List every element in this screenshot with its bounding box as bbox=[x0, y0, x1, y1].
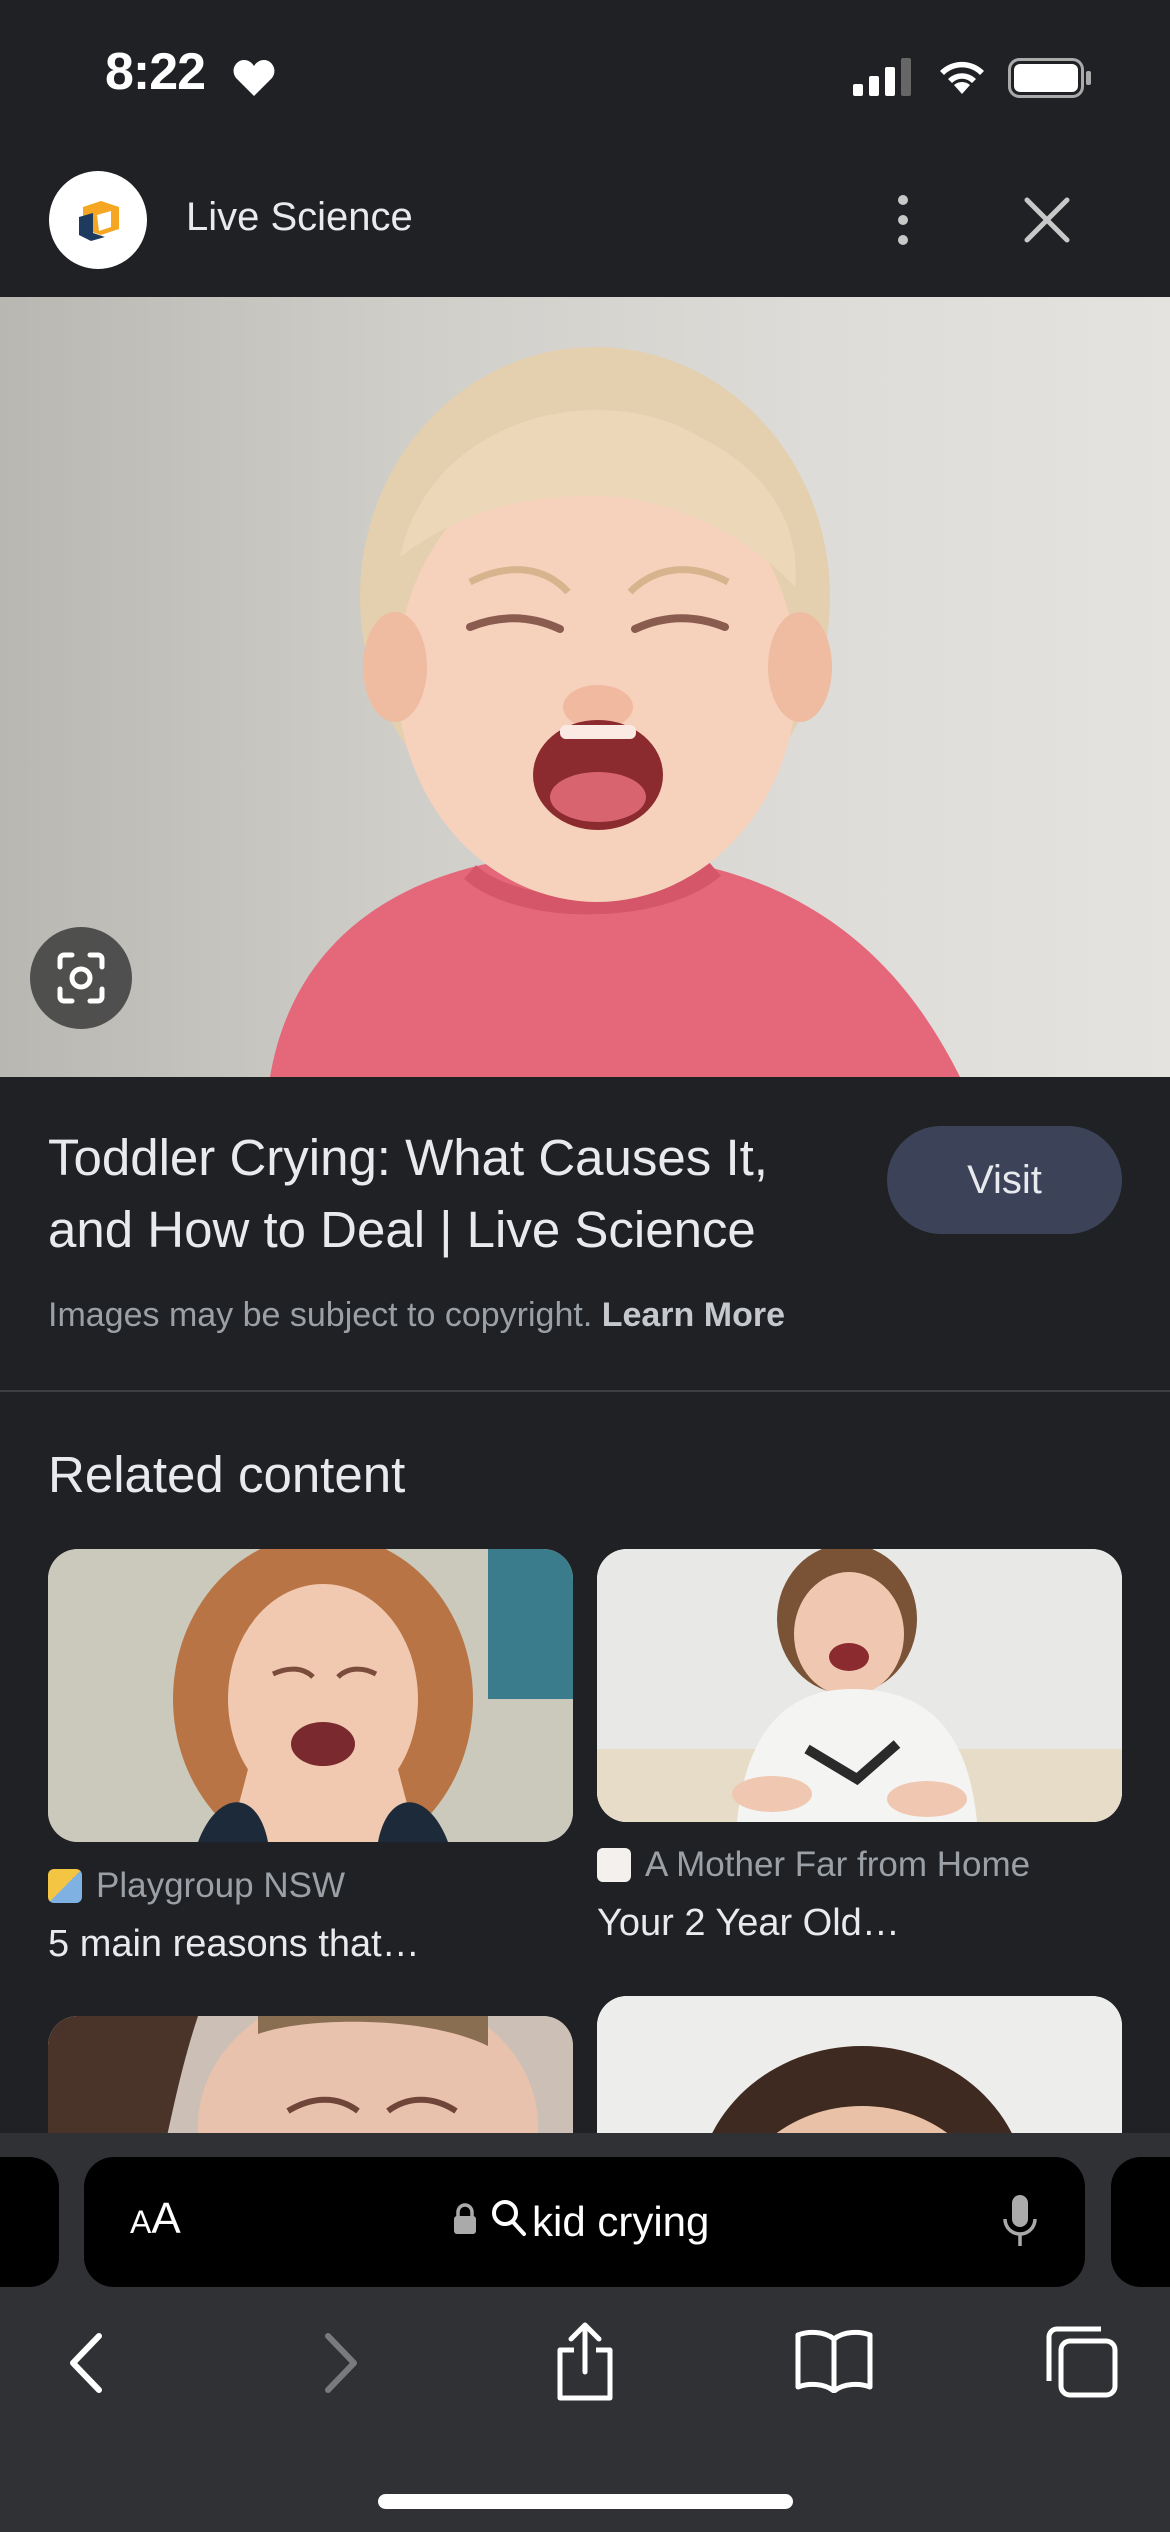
main-image[interactable] bbox=[0, 297, 1170, 1077]
back-icon[interactable] bbox=[65, 2330, 109, 2396]
related-image-1[interactable] bbox=[48, 1549, 573, 1842]
battery-icon bbox=[1008, 58, 1091, 98]
bookmarks-icon[interactable] bbox=[794, 2327, 874, 2393]
mother-far-favicon-icon bbox=[597, 1848, 631, 1882]
close-icon[interactable] bbox=[1017, 190, 1077, 250]
heart-icon bbox=[233, 60, 275, 96]
lens-icon bbox=[57, 952, 105, 1004]
previous-tab-preview[interactable] bbox=[0, 2157, 59, 2287]
related-source-name: A Mother Far from Home bbox=[645, 1845, 1031, 1884]
copyright-notice: Images may be subject to copyright. Lear… bbox=[48, 1296, 785, 1335]
lock-icon bbox=[454, 2203, 476, 2234]
related-image-2[interactable] bbox=[597, 1549, 1122, 1822]
related-title-1[interactable]: 5 main reasons that… bbox=[48, 1923, 420, 1966]
share-icon[interactable] bbox=[552, 2322, 618, 2402]
related-title-2[interactable]: Your 2 Year Old… bbox=[597, 1902, 900, 1945]
microphone-icon[interactable] bbox=[1002, 2193, 1038, 2251]
wifi-icon bbox=[940, 61, 984, 94]
more-vertical-icon[interactable] bbox=[873, 190, 933, 250]
search-query[interactable]: kid crying bbox=[532, 2198, 709, 2246]
divider bbox=[0, 1390, 1170, 1392]
live-science-logo-icon[interactable] bbox=[49, 171, 147, 269]
aa-small: A bbox=[130, 2204, 152, 2240]
viewer-header bbox=[0, 150, 1170, 296]
site-name[interactable]: Live Science bbox=[186, 195, 413, 240]
status-time: 8:22 bbox=[105, 43, 206, 101]
visit-button[interactable]: Visit bbox=[887, 1126, 1122, 1234]
signal-icon bbox=[853, 58, 911, 96]
search-icon bbox=[492, 2200, 526, 2236]
related-source-name: Playgroup NSW bbox=[96, 1866, 345, 1905]
related-content-heading: Related content bbox=[48, 1446, 406, 1503]
next-tab-preview[interactable] bbox=[1111, 2157, 1170, 2287]
page-settings-button[interactable]: AA bbox=[130, 2194, 181, 2244]
learn-more-link[interactable]: Learn More bbox=[602, 1296, 785, 1334]
image-title[interactable]: Toddler Crying: What Causes It, and How … bbox=[48, 1122, 848, 1266]
related-source-1[interactable]: Playgroup NSW bbox=[48, 1866, 345, 1906]
tabs-icon[interactable] bbox=[1045, 2325, 1119, 2399]
playgroup-favicon-icon bbox=[48, 1869, 82, 1903]
forward-icon[interactable] bbox=[318, 2330, 362, 2396]
aa-large: A bbox=[151, 2194, 181, 2243]
home-indicator[interactable] bbox=[378, 2494, 793, 2509]
copyright-text: Images may be subject to copyright. bbox=[48, 1296, 593, 1334]
related-source-2[interactable]: A Mother Far from Home bbox=[597, 1845, 1030, 1885]
lens-button[interactable] bbox=[30, 927, 132, 1029]
